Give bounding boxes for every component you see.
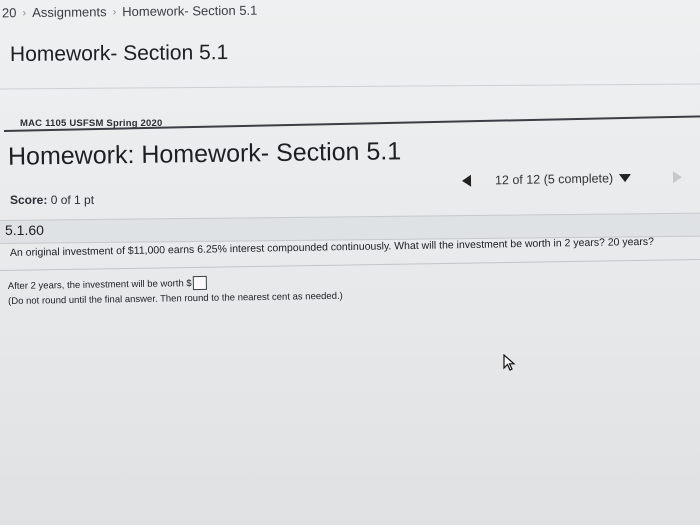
breadcrumb-prefix[interactable]: 20 <box>2 5 17 20</box>
divider <box>0 259 700 271</box>
previous-question-icon[interactable] <box>461 174 472 187</box>
answer-area: After 2 years, the investment will be wo… <box>8 274 343 307</box>
breadcrumb-assignments-link[interactable]: Assignments <box>32 4 107 20</box>
homework-title: Homework: Homework- Section 5.1 <box>7 137 402 171</box>
chevron-right-icon: › <box>22 6 27 19</box>
question-number: 5.1.60 <box>5 222 44 238</box>
next-question-icon[interactable] <box>673 171 683 184</box>
answer-input[interactable] <box>192 275 207 291</box>
question-navigation: 12 of 12 (5 complete) <box>461 168 683 190</box>
breadcrumb-current: Homework- Section 5.1 <box>122 2 258 20</box>
divider <box>0 83 700 90</box>
page-title: Homework- Section 5.1 <box>9 41 229 66</box>
screen: 20 › Assignments › Homework- Section 5.1… <box>0 0 700 525</box>
question-progress-dropdown[interactable]: 12 of 12 (5 complete) <box>491 169 635 190</box>
score-value: 0 of 1 pt <box>50 193 95 207</box>
score: Score: 0 of 1 pt <box>10 193 94 207</box>
question-progress-label: 12 of 12 (5 complete) <box>494 171 614 188</box>
chevron-right-icon: › <box>112 5 117 18</box>
answer-prompt: After 2 years, the investment will be wo… <box>7 277 192 292</box>
breadcrumb: 20 › Assignments › Homework- Section 5.1 <box>2 3 258 21</box>
rounding-note: (Do not round until the final answer. Th… <box>8 290 343 307</box>
score-label: Score: <box>10 193 48 207</box>
mouse-pointer-icon <box>503 354 516 371</box>
caret-down-icon <box>619 173 632 183</box>
